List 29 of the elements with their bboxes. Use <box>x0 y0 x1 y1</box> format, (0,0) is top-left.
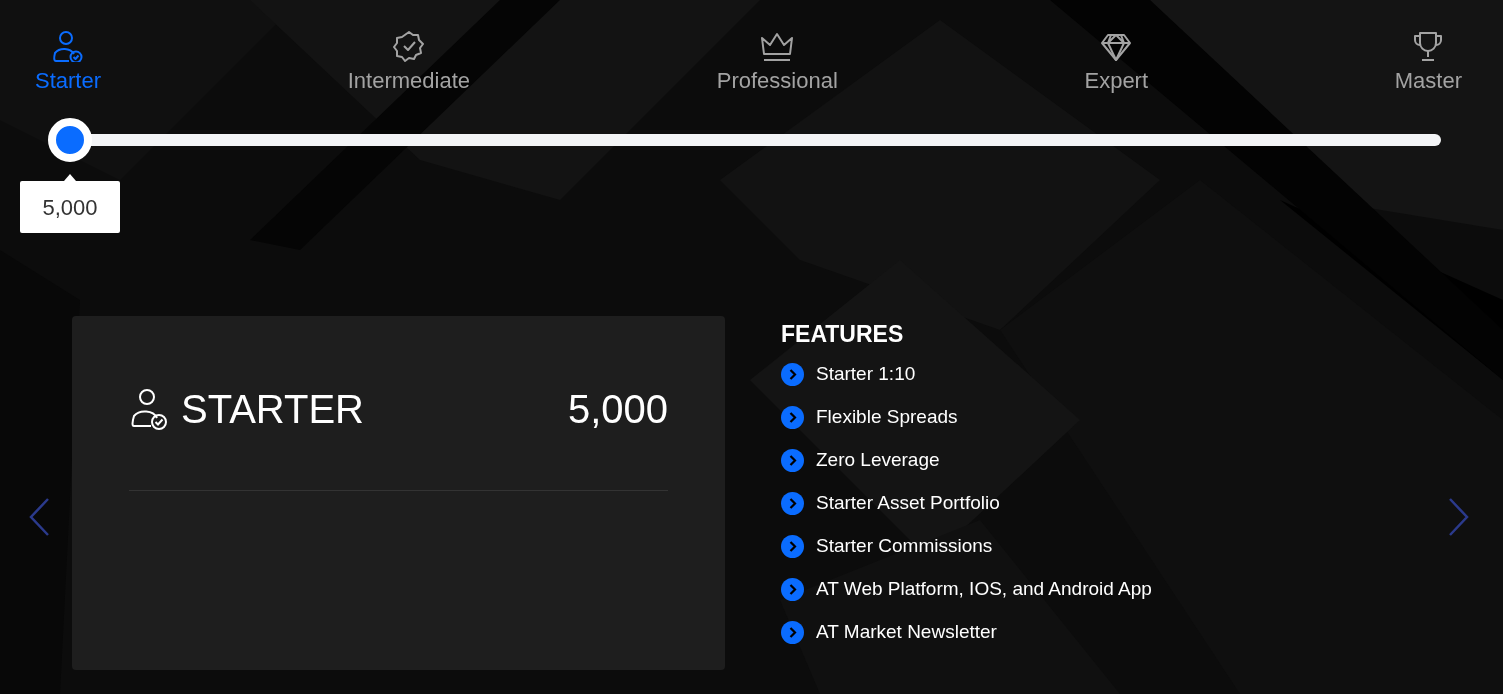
feature-text: AT Market Newsletter <box>816 620 997 644</box>
feature-text: AT Web Platform, IOS, and Android App <box>816 577 1152 601</box>
level-tab[interactable]: Master <box>1394 30 1462 94</box>
plan-amount: 5,000 <box>567 389 668 429</box>
feature-text: Starter 1:10 <box>816 362 916 386</box>
features-heading: FEATURES <box>781 320 905 349</box>
crown-icon <box>761 30 794 62</box>
plan-title: STARTER <box>181 389 364 429</box>
chevron-circle-icon <box>781 620 804 644</box>
chevron-circle-icon <box>781 362 804 386</box>
feature-text: Starter Commissions <box>816 534 993 558</box>
feature-text: Zero Leverage <box>816 448 940 472</box>
chevron-circle-icon <box>781 534 804 558</box>
chevron-circle-icon <box>781 491 804 515</box>
badge-check-icon <box>392 30 425 62</box>
level-tab[interactable]: Expert <box>1084 30 1149 94</box>
feature-text: Flexible Spreads <box>816 405 958 429</box>
level-tab[interactable]: Intermediate <box>347 30 470 94</box>
level-tab[interactable]: Starter <box>35 30 102 94</box>
user-check-icon <box>129 388 169 430</box>
chevron-circle-icon <box>781 448 804 472</box>
value-tooltip: 5,000 <box>20 174 120 233</box>
slider[interactable] <box>48 118 1441 162</box>
level-tab[interactable]: Professional <box>716 30 838 94</box>
feature-text: Starter Asset Portfolio <box>816 491 1000 515</box>
trophy-icon <box>1412 30 1445 62</box>
chevron-circle-icon <box>781 577 804 601</box>
chevron-circle-icon <box>781 405 804 429</box>
user-check-icon <box>52 30 84 62</box>
